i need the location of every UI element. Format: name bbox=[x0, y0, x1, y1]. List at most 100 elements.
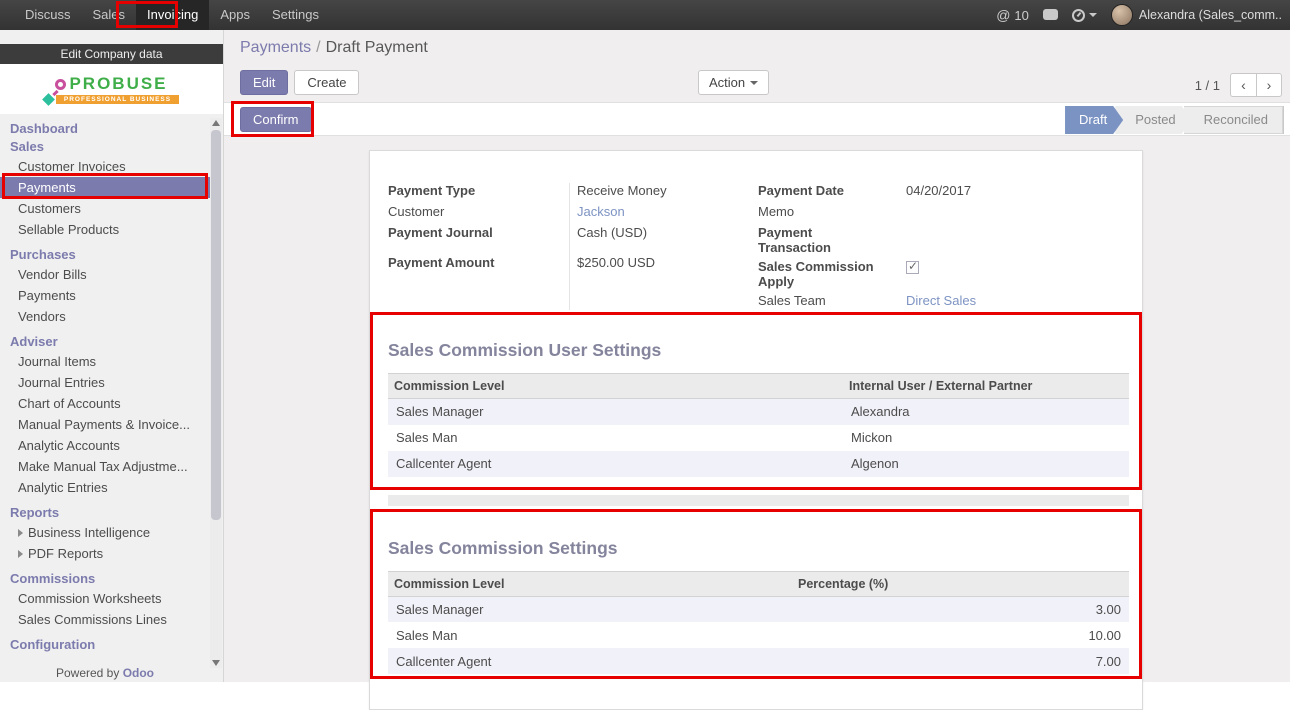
table-row-sales-man[interactable]: Sales Man 10.00 bbox=[388, 622, 1129, 648]
pager-counter: 1 / 1 bbox=[1195, 78, 1220, 93]
menu-sales[interactable]: Sales bbox=[82, 0, 137, 30]
pager-previous-button[interactable]: ‹ bbox=[1230, 73, 1256, 97]
sidebar-item-customer-invoices[interactable]: Customer Invoices bbox=[0, 156, 210, 177]
create-button[interactable]: Create bbox=[294, 70, 359, 95]
field-label-memo: Memo bbox=[758, 202, 898, 221]
scrollbar-thumb[interactable] bbox=[211, 130, 221, 520]
table-row-sales-man[interactable]: Sales Man Mickon bbox=[388, 425, 1129, 451]
column-header-commission-level[interactable]: Commission Level bbox=[388, 571, 792, 596]
pager-next-button[interactable]: › bbox=[1256, 73, 1282, 97]
menu-apps[interactable]: Apps bbox=[209, 0, 261, 30]
sidebar-item-analytic-accounts[interactable]: Analytic Accounts bbox=[0, 435, 210, 456]
menu-discuss[interactable]: Discuss bbox=[14, 0, 82, 30]
sidebar-item-business-intelligence[interactable]: Business Intelligence bbox=[0, 522, 210, 543]
edit-company-data-button[interactable]: Edit Company data bbox=[0, 44, 223, 64]
field-payment-date: Payment Date 04/20/2017 bbox=[758, 181, 1118, 202]
action-menu-button[interactable]: Action bbox=[698, 70, 769, 95]
cell-user: Algenon bbox=[843, 451, 1129, 477]
status-reconciled[interactable]: Reconciled bbox=[1184, 106, 1283, 134]
messages-button[interactable] bbox=[1043, 8, 1058, 23]
breadcrumb-separator: / bbox=[316, 39, 320, 56]
sidebar-section-configuration[interactable]: Configuration bbox=[0, 636, 210, 654]
sidebar-item-vendor-bills[interactable]: Vendor Bills bbox=[0, 264, 210, 285]
column-header-internal-user[interactable]: Internal User / External Partner bbox=[843, 374, 1129, 399]
sidebar-item-label: Business Intelligence bbox=[28, 525, 150, 540]
sidebar-item-analytic-entries[interactable]: Analytic Entries bbox=[0, 477, 210, 498]
confirm-button[interactable]: Confirm bbox=[240, 107, 312, 132]
sidebar-item-purchase-payments[interactable]: Payments bbox=[0, 285, 210, 306]
app-menus: Discuss Sales Invoicing Apps Settings bbox=[14, 0, 330, 30]
cell-commission-level: Callcenter Agent bbox=[388, 451, 843, 477]
main-area: Payments / Draft Payment Edit Create Actio… bbox=[224, 30, 1290, 682]
sidebar-item-journal-items[interactable]: Journal Items bbox=[0, 351, 210, 372]
powered-by-odoo[interactable]: Powered by Odoo bbox=[0, 666, 210, 680]
sidebar-section-purchases[interactable]: Purchases bbox=[0, 246, 210, 264]
cell-percentage: 10.00 bbox=[792, 622, 1129, 648]
sidebar-section-reports[interactable]: Reports bbox=[0, 504, 210, 522]
sidebar-item-commission-worksheets[interactable]: Commission Worksheets bbox=[0, 588, 210, 609]
cell-percentage: 3.00 bbox=[792, 596, 1129, 622]
sidebar-item-sales-commissions-lines[interactable]: Sales Commissions Lines bbox=[0, 609, 210, 630]
menu-invoicing[interactable]: Invoicing bbox=[136, 0, 209, 30]
sidebar-item-sellable-products[interactable]: Sellable Products bbox=[0, 219, 210, 240]
field-memo: Memo bbox=[758, 202, 1118, 223]
customer-link[interactable]: Jackson bbox=[577, 204, 625, 219]
form-status-header: Confirm Draft Posted Reconciled bbox=[224, 102, 1290, 136]
chat-bubble-icon bbox=[1043, 9, 1058, 20]
cell-percentage: 7.00 bbox=[792, 648, 1129, 674]
mentions-indicator[interactable]: 10 bbox=[996, 7, 1029, 23]
table-row-sales-manager[interactable]: Sales Manager 3.00 bbox=[388, 596, 1129, 622]
sidebar-section-commissions[interactable]: Commissions bbox=[0, 570, 210, 588]
action-label: Action bbox=[709, 75, 745, 90]
table-row-callcenter-agent[interactable]: Callcenter Agent 7.00 bbox=[388, 648, 1129, 674]
menu-settings[interactable]: Settings bbox=[261, 0, 330, 30]
breadcrumb-current: Draft Payment bbox=[326, 39, 428, 56]
section-title-user-settings: Sales Commission User Settings bbox=[388, 340, 1124, 361]
cell-commission-level: Sales Manager bbox=[388, 399, 843, 425]
planner-button[interactable] bbox=[1072, 9, 1097, 22]
sidebar-nav: Dashboard Sales Customer Invoices Paymen… bbox=[0, 114, 210, 654]
table-row-callcenter-agent[interactable]: Callcenter Agent Algenon bbox=[388, 451, 1129, 477]
status-draft[interactable]: Draft bbox=[1065, 106, 1123, 134]
scroll-down-icon[interactable] bbox=[212, 660, 220, 666]
powered-by-text: Powered by bbox=[56, 666, 119, 680]
column-header-percentage[interactable]: Percentage (%) bbox=[792, 571, 1129, 596]
cell-commission-level: Sales Manager bbox=[388, 596, 792, 622]
field-payment-type: Payment Type Receive Money bbox=[388, 181, 748, 202]
sidebar-section-adviser[interactable]: Adviser bbox=[0, 333, 210, 351]
sales-team-link[interactable]: Direct Sales bbox=[906, 293, 976, 308]
status-posted[interactable]: Posted bbox=[1115, 106, 1191, 134]
sidebar-item-journal-entries[interactable]: Journal Entries bbox=[0, 372, 210, 393]
user-name-label: Alexandra (Sales_comm.. bbox=[1139, 8, 1282, 22]
company-logo[interactable]: PROBUSE PROFESSIONAL BUSINESS bbox=[0, 64, 223, 114]
sidebar-item-vendors[interactable]: Vendors bbox=[0, 306, 210, 327]
sidebar-item-dashboard[interactable]: Dashboard bbox=[0, 120, 210, 138]
sidebar-item-manual-payments-invoice[interactable]: Manual Payments & Invoice... bbox=[0, 414, 210, 435]
field-sales-team: Sales Team Direct Sales bbox=[758, 291, 1118, 312]
sidebar: Edit Company data PROBUSE PROFESSIONAL B… bbox=[0, 30, 224, 682]
sidebar-item-pdf-reports[interactable]: PDF Reports bbox=[0, 543, 210, 564]
sidebar-scrollbar[interactable] bbox=[210, 118, 222, 668]
sidebar-item-payments[interactable]: Payments bbox=[0, 177, 210, 198]
table-header-row: Commission Level Percentage (%) bbox=[388, 571, 1129, 596]
topbar-right: 10 Alexandra (Sales_comm.. bbox=[996, 4, 1290, 26]
sidebar-item-customers[interactable]: Customers bbox=[0, 198, 210, 219]
field-sales-commission-apply: Sales Commission Apply bbox=[758, 257, 1118, 291]
table-footer-strip bbox=[388, 495, 1129, 506]
logo-tagline-text: PROFESSIONAL BUSINESS bbox=[56, 95, 179, 104]
sidebar-item-make-manual-tax-adjustment[interactable]: Make Manual Tax Adjustme... bbox=[0, 456, 210, 477]
sidebar-section-sales[interactable]: Sales bbox=[0, 138, 210, 156]
field-label-payment-amount: Payment Amount bbox=[388, 253, 569, 272]
sales-commission-apply-checkbox[interactable] bbox=[906, 261, 919, 274]
table-row-sales-manager[interactable]: Sales Manager Alexandra bbox=[388, 399, 1129, 425]
cell-commission-level: Sales Man bbox=[388, 622, 792, 648]
user-menu[interactable]: Alexandra (Sales_comm.. bbox=[1111, 4, 1282, 26]
breadcrumb-payments-link[interactable]: Payments bbox=[240, 39, 311, 56]
caret-down-icon bbox=[750, 81, 758, 85]
edit-button[interactable]: Edit bbox=[240, 70, 288, 95]
commission-user-settings-table: Commission Level Internal User / Externa… bbox=[388, 373, 1129, 477]
odoo-brand-text: Odoo bbox=[123, 666, 154, 680]
sidebar-item-chart-of-accounts[interactable]: Chart of Accounts bbox=[0, 393, 210, 414]
scroll-up-icon[interactable] bbox=[212, 120, 220, 126]
column-header-commission-level[interactable]: Commission Level bbox=[388, 374, 843, 399]
